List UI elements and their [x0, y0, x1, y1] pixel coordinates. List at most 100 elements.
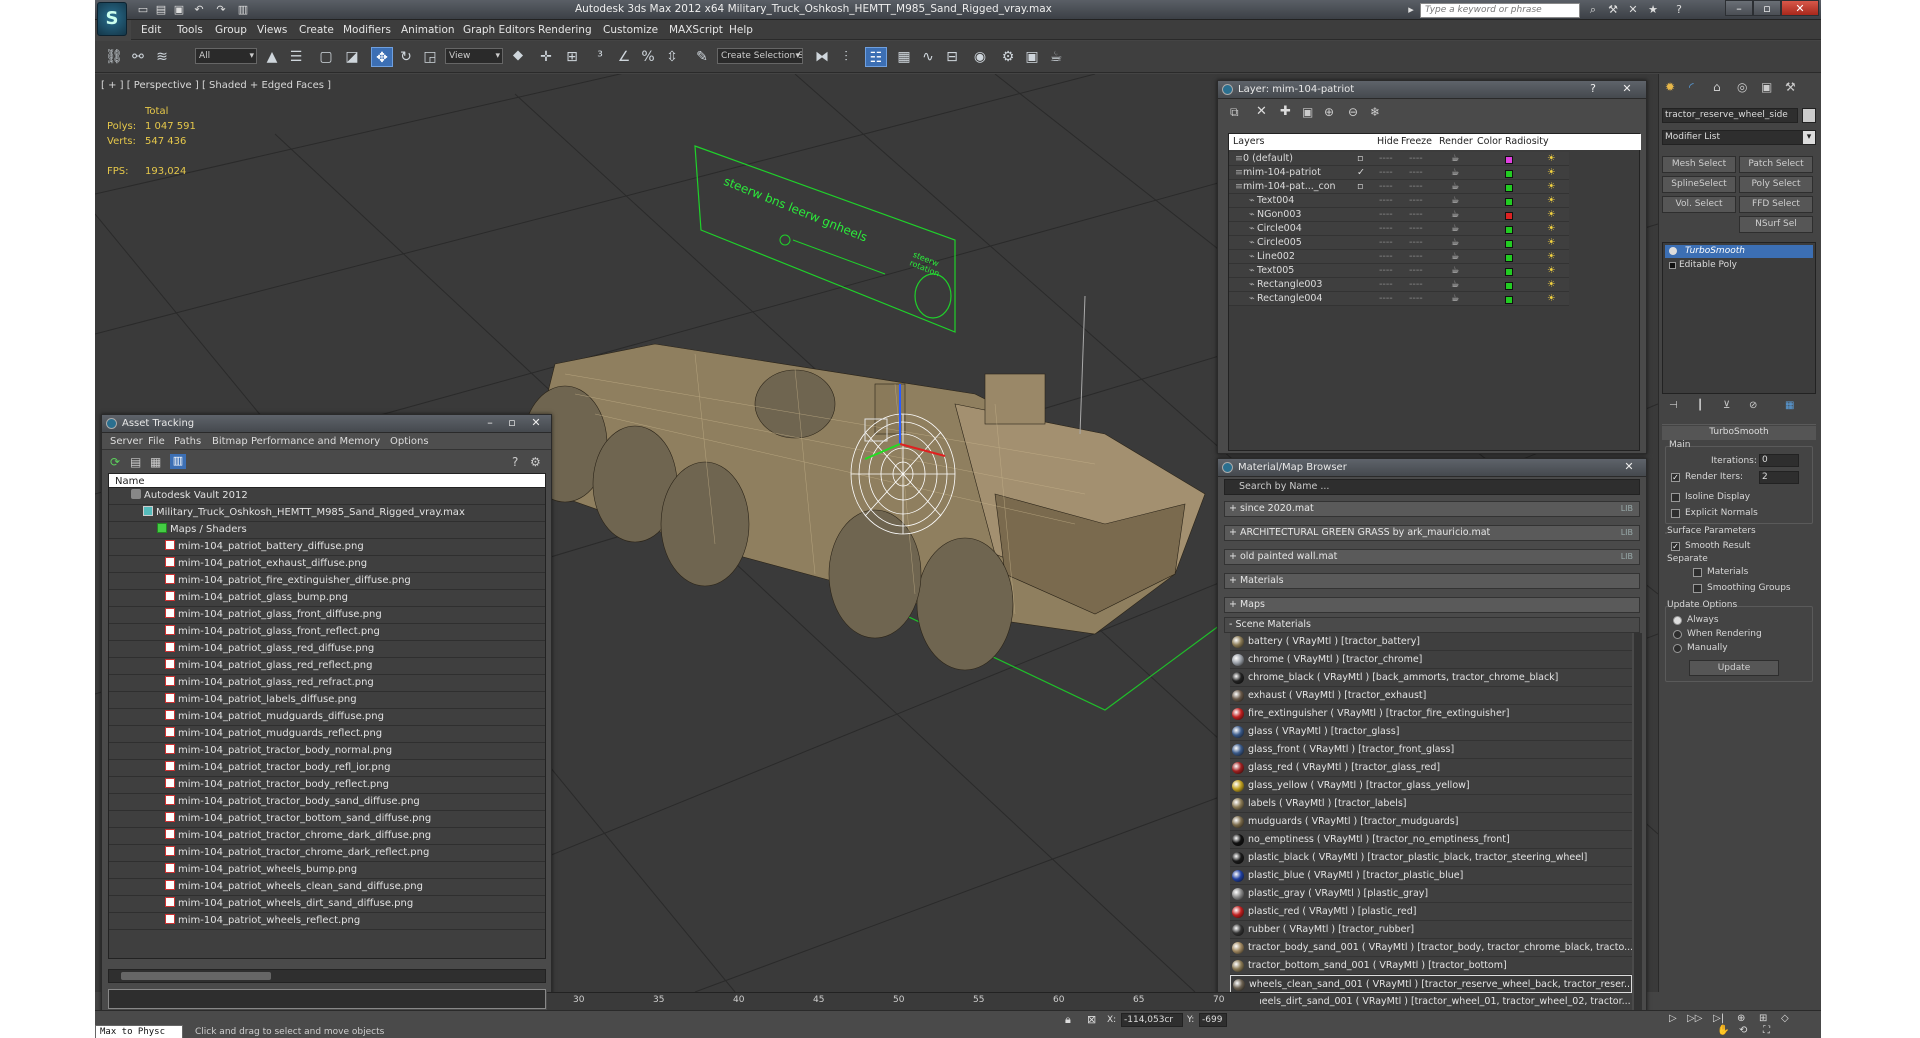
header-layers[interactable]: Layers — [1233, 134, 1264, 149]
play-icon[interactable]: ▷ — [1669, 1013, 1677, 1024]
scene-material-row[interactable]: plastic_gray ( VRayMtl ) [plastic_gray] — [1230, 885, 1632, 903]
menu-create[interactable]: Create — [299, 24, 334, 36]
freeze-toggle[interactable]: ---- — [1409, 264, 1423, 277]
render-teapot-icon[interactable]: ☕ — [1451, 236, 1460, 249]
scene-material-row[interactable]: tractor_body_sand_001 ( VRayMtl ) [tract… — [1230, 939, 1632, 957]
radiosity-icon[interactable]: ☀ — [1547, 236, 1556, 249]
nsurf-sel-button[interactable]: NSurf Sel — [1739, 216, 1813, 233]
next-frame-icon[interactable]: ▷▷ — [1687, 1013, 1702, 1024]
scene-material-row[interactable]: plastic_blue ( VRayMtl ) [tractor_plasti… — [1230, 867, 1632, 885]
zoom-icon[interactable]: ⊕ — [1737, 1013, 1745, 1024]
map-file-row[interactable]: mim-104_patriot_tractor_body_normal.png — [109, 743, 545, 760]
map-file-row[interactable]: mim-104_patriot_wheels_bump.png — [109, 862, 545, 879]
asset-menu-paths[interactable]: Paths — [174, 436, 201, 447]
help-icon[interactable]: ? — [1671, 3, 1687, 17]
map-file-row[interactable]: mim-104_patriot_glass_bump.png — [109, 590, 545, 607]
hide-toggle[interactable]: ---- — [1379, 180, 1393, 193]
asset-vault-row[interactable]: Autodesk Vault 2012 — [109, 488, 545, 505]
field-of-view-icon[interactable]: ◇ — [1781, 1013, 1789, 1024]
map-file-row[interactable]: mim-104_patriot_fire_extinguisher_diffus… — [109, 573, 545, 590]
radiosity-icon[interactable]: ☀ — [1547, 250, 1556, 263]
radiosity-icon[interactable]: ☀ — [1547, 166, 1556, 179]
group-materials[interactable]: + Materials — [1224, 573, 1640, 589]
explicit-normals-checkbox[interactable] — [1671, 509, 1680, 518]
angle-snap-icon[interactable]: ∠ — [613, 47, 635, 67]
map-file-row[interactable]: mim-104_patriot_glass_red_reflect.png — [109, 658, 545, 675]
hide-toggle[interactable]: ---- — [1379, 250, 1393, 263]
hide-toggle[interactable]: ---- — [1379, 278, 1393, 291]
smoothing-groups-checkbox[interactable] — [1693, 584, 1702, 593]
scene-material-row[interactable]: fire_extinguisher ( VRayMtl ) [tractor_f… — [1230, 705, 1632, 723]
layer-color-swatch[interactable] — [1505, 296, 1513, 304]
unlink-icon[interactable]: ⚯ — [127, 47, 149, 67]
scene-material-row[interactable]: chrome_black ( VRayMtl ) [back_ammorts, … — [1230, 669, 1632, 687]
table-icon[interactable]: ▦ — [150, 455, 161, 469]
render-teapot-icon[interactable]: ☕ — [1451, 166, 1460, 179]
menu-views[interactable]: Views — [257, 24, 287, 36]
layer-manager-titlebar[interactable]: Layer: mim-104-patriot ? ✕ — [1218, 81, 1646, 99]
map-file-row[interactable]: mim-104_patriot_wheels_clean_sand_diffus… — [109, 879, 545, 896]
highlight-selected-icon[interactable]: ⊕ — [1324, 105, 1334, 119]
layer-color-swatch[interactable] — [1505, 184, 1513, 192]
undo-icon[interactable]: ↶ — [191, 3, 207, 17]
always-radio[interactable] — [1673, 616, 1682, 625]
map-file-row[interactable]: mim-104_patriot_labels_diffuse.png — [109, 692, 545, 709]
render-teapot-icon[interactable]: ☕ — [1451, 208, 1460, 221]
render-teapot-icon[interactable]: ☕ — [1451, 222, 1460, 235]
scene-material-row[interactable]: plastic_black ( VRayMtl ) [tractor_plast… — [1230, 849, 1632, 867]
radiosity-icon[interactable]: ☀ — [1547, 180, 1556, 193]
layer-row[interactable]: ⌁ Rectangle004 ---- ---- ☕ ☀ — [1229, 292, 1569, 306]
freeze-toggle[interactable]: ---- — [1409, 222, 1423, 235]
communication-icon[interactable]: ✕ — [1625, 3, 1641, 17]
map-file-row[interactable]: mim-104_patriot_glass_front_diffuse.png — [109, 607, 545, 624]
save-file-icon[interactable]: ▣ — [171, 3, 187, 17]
layer-row[interactable]: ≡ mim-104-patriot ---- ---- ☕ ☀ ✓ — [1229, 166, 1569, 180]
smooth-result-checkbox[interactable]: ✓ — [1671, 542, 1680, 551]
radiosity-icon[interactable]: ☀ — [1547, 208, 1556, 221]
manually-radio[interactable] — [1673, 644, 1682, 653]
ffd-select-button[interactable]: FFD Select — [1739, 196, 1813, 213]
graphite-toolbar-icon[interactable]: ▦ — [893, 47, 915, 67]
reference-coordinate-dropdown[interactable]: View — [445, 48, 503, 64]
library-architectural-green-grass[interactable]: + ARCHITECTURAL GREEN GRASS by ark_mauri… — [1224, 525, 1640, 541]
menu-rendering[interactable]: Rendering — [538, 24, 592, 36]
map-file-row[interactable]: mim-104_patriot_tractor_chrome_dark_diff… — [109, 828, 545, 845]
map-file-row[interactable]: mim-104_patriot_tractor_body_refl_ior.pn… — [109, 760, 545, 777]
asset-minimize-button[interactable]: – — [481, 416, 499, 431]
application-menu-logo-icon[interactable]: S — [97, 2, 127, 36]
binoculars-icon[interactable]: ⌕ — [1585, 3, 1601, 17]
layer-color-swatch[interactable] — [1505, 170, 1513, 178]
asset-close-button[interactable]: ✕ — [527, 416, 545, 431]
layer-color-swatch[interactable] — [1505, 156, 1513, 164]
update-button[interactable]: Update — [1689, 660, 1779, 676]
viewport-label[interactable]: [ + ] [ Perspective ] [ Shaded + Edged F… — [101, 80, 331, 91]
asset-folder-row[interactable]: Maps / Shaders — [109, 522, 545, 539]
render-production-icon[interactable]: ☕ — [1045, 47, 1067, 67]
render-iters-spinner[interactable]: 2 — [1759, 471, 1799, 484]
freeze-toggle[interactable]: ---- — [1409, 152, 1423, 165]
percent-snap-icon[interactable]: % — [637, 47, 659, 67]
scrollbar-thumb[interactable] — [121, 972, 271, 980]
layer-manager-icon[interactable]: ☷ — [865, 47, 887, 67]
hide-toggle[interactable]: ---- — [1379, 264, 1393, 277]
turbosmooth-rollout-title[interactable]: TurboSmooth — [1662, 426, 1816, 440]
pan-icon[interactable]: ✋ — [1717, 1025, 1729, 1036]
asset-path-field[interactable] — [108, 989, 546, 1009]
map-file-row[interactable]: mim-104_patriot_wheels_dirt_sand_diffuse… — [109, 896, 545, 913]
rendered-frame-window-icon[interactable]: ▣ — [1021, 47, 1043, 67]
redo-icon[interactable]: ↷ — [213, 3, 229, 17]
scene-material-row[interactable]: chrome ( VRayMtl ) [tractor_chrome] — [1230, 651, 1632, 669]
timeline-ruler[interactable]: 30 35 40 45 50 55 60 65 70 — [547, 992, 1260, 1010]
spline-select-button[interactable]: SplineSelect — [1662, 176, 1736, 193]
when-rendering-radio[interactable] — [1673, 630, 1682, 639]
freeze-toggle[interactable]: ---- — [1409, 250, 1423, 263]
freeze-toggle[interactable]: ---- — [1409, 166, 1423, 179]
light-bulb-icon[interactable] — [1669, 247, 1677, 255]
select-and-move-icon[interactable]: ✥ — [371, 47, 393, 67]
search-arrow-icon[interactable]: ▸ — [1403, 3, 1419, 17]
map-file-row[interactable]: mim-104_patriot_tractor_chrome_dark_refl… — [109, 845, 545, 862]
scene-material-row[interactable]: no_emptiness ( VRayMtl ) [tractor_no_emp… — [1230, 831, 1632, 849]
layer-color-swatch[interactable] — [1505, 268, 1513, 276]
refresh-icon[interactable]: ⟳ — [110, 455, 120, 469]
scene-material-row[interactable]: battery ( VRayMtl ) [tractor_battery] — [1230, 633, 1632, 651]
